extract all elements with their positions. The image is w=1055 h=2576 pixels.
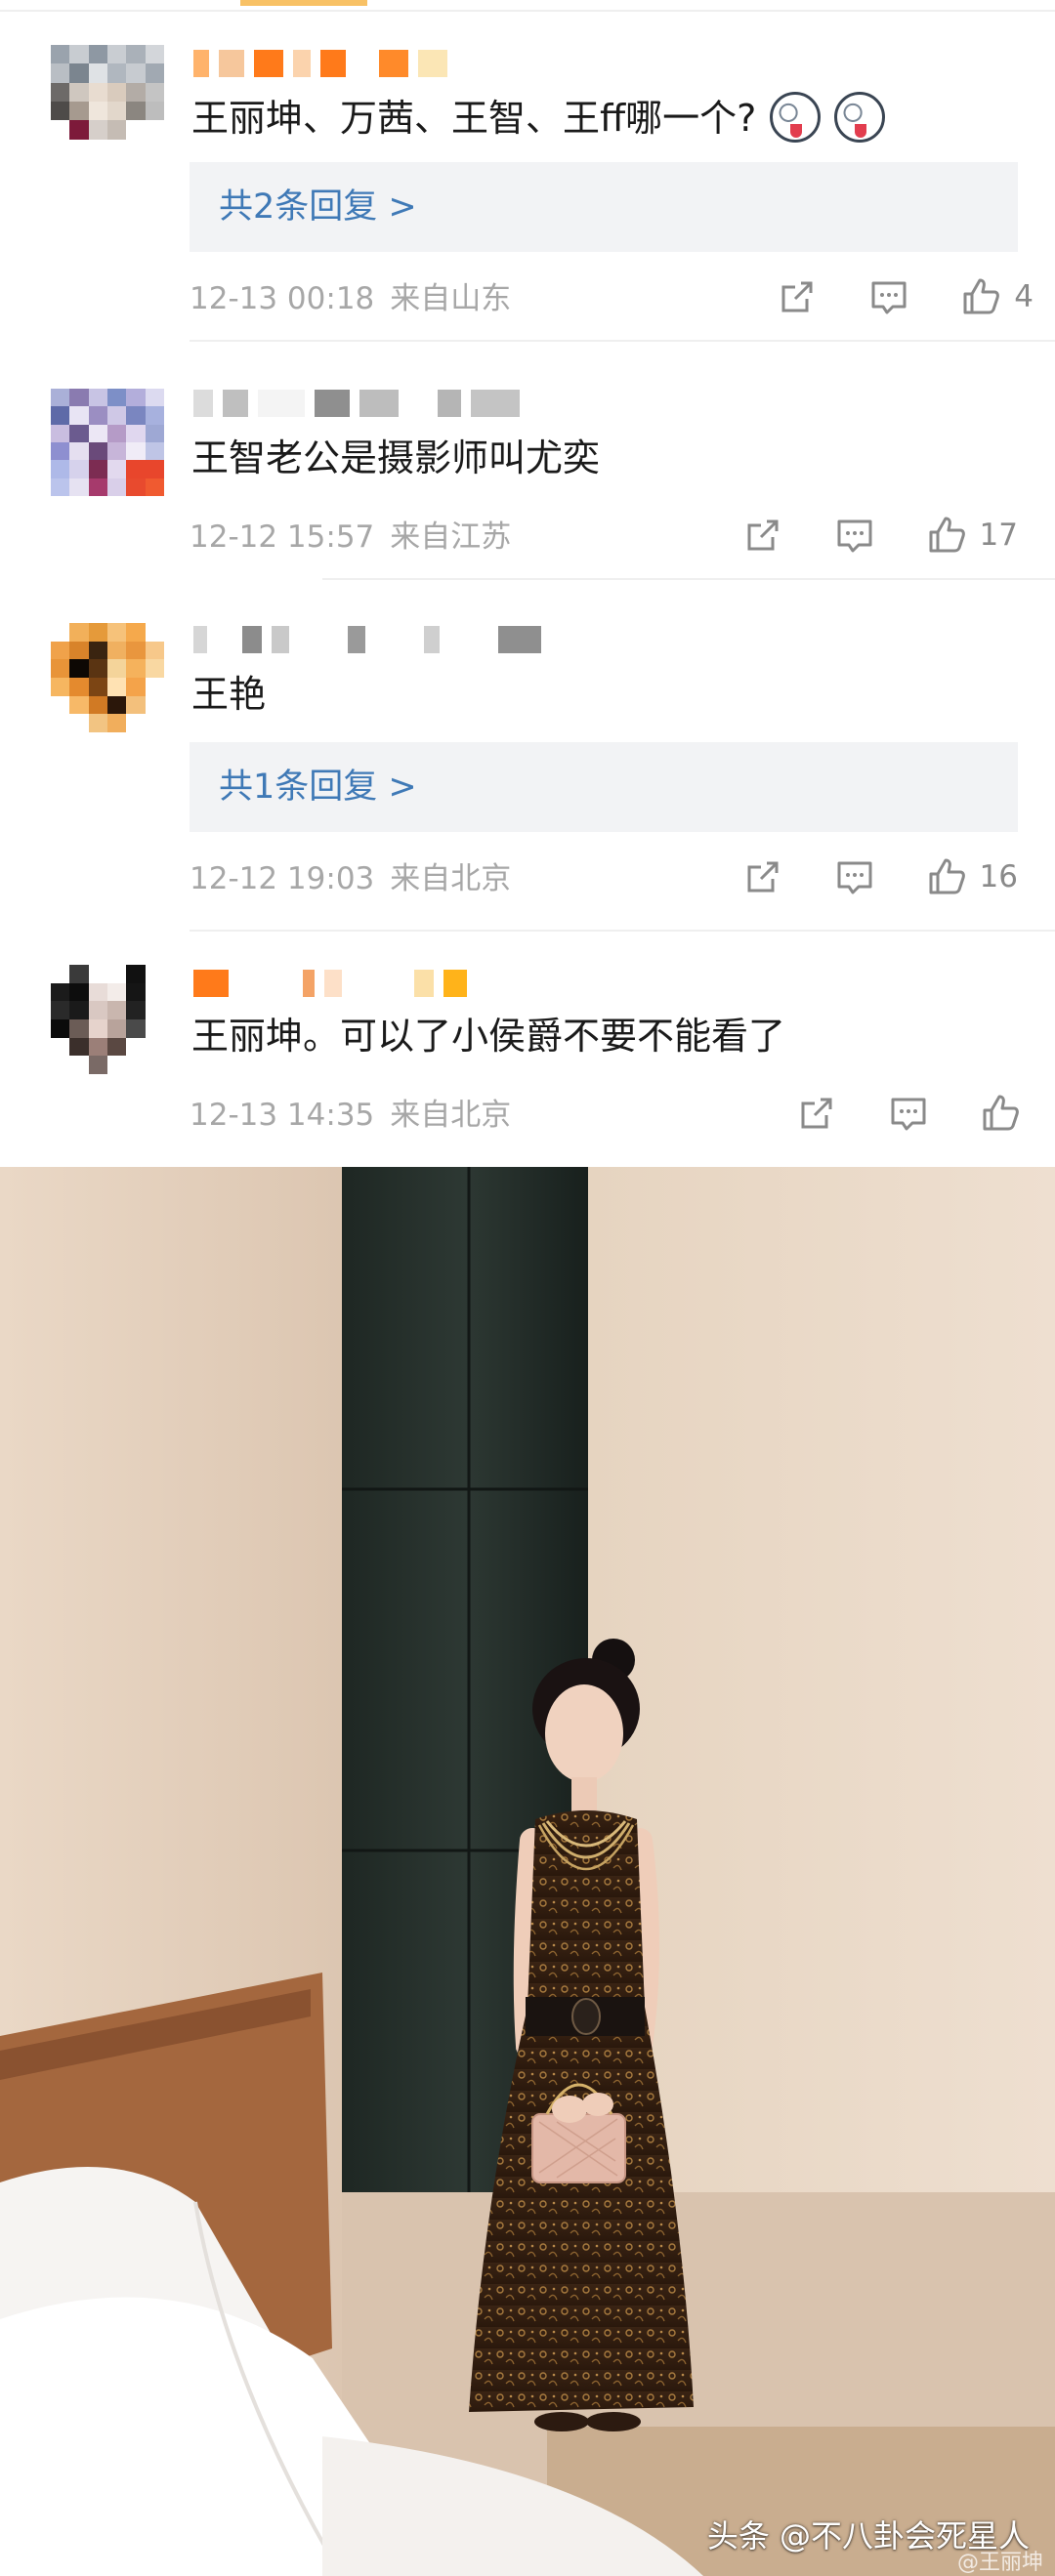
- share-icon: [747, 861, 779, 893]
- comment-text: 王丽坤。可以了小侯爵不要不能看了: [191, 1015, 786, 1058]
- dog-tongue-emoji: [770, 92, 822, 143]
- avatar[interactable]: [51, 389, 164, 496]
- comment-location: 来自北京: [390, 861, 512, 896]
- view-replies-button[interactable]: 共2条回复 >: [190, 162, 1018, 252]
- comment-item[interactable]: 王艳 共1条回复 > 12-12 19:03 来自北京 16: [0, 580, 1055, 934]
- share-button[interactable]: [741, 514, 784, 557]
- comment-icon: [837, 861, 872, 894]
- like-icon: [929, 858, 965, 894]
- share-icon: [781, 281, 813, 312]
- avatar[interactable]: [51, 45, 164, 158]
- reply-button[interactable]: [867, 275, 910, 318]
- photo-woman-in-dress: [0, 1167, 1055, 2576]
- screenshot-page: 王丽坤、万茜、王智、王ff哪一个? 共2条回复 > 12-13 00:18 来自山…: [0, 0, 1055, 2576]
- like-button[interactable]: 17: [925, 514, 1018, 557]
- like-count: 4: [1014, 279, 1034, 314]
- like-count: 16: [979, 859, 1018, 894]
- divider: [190, 930, 1055, 932]
- comment-location: 来自北京: [390, 1098, 512, 1133]
- comment-location: 来自江苏: [390, 519, 512, 555]
- comment-actions: 4: [727, 275, 1034, 318]
- comment-actions: 17: [693, 514, 1018, 557]
- comment-item[interactable]: 王丽坤、万茜、王智、王ff哪一个? 共2条回复 > 12-13 00:18 来自山…: [0, 0, 1055, 342]
- reply-button[interactable]: [887, 1092, 930, 1135]
- comment-time: 12-12 19:03: [190, 861, 375, 896]
- avatar[interactable]: [51, 965, 164, 1074]
- comment-icon: [871, 281, 907, 314]
- share-button[interactable]: [741, 855, 784, 898]
- view-replies-button[interactable]: 共1条回复 >: [190, 742, 1018, 832]
- username-obscured[interactable]: [193, 623, 541, 656]
- comment-meta: 12-12 15:57 来自江苏: [190, 518, 511, 557]
- like-button[interactable]: [979, 1092, 1034, 1135]
- comment-actions: [746, 1092, 1034, 1135]
- comment-meta: 12-12 19:03 来自北京: [190, 859, 511, 898]
- like-icon: [929, 517, 965, 553]
- reply-button[interactable]: [833, 514, 876, 557]
- watermark-subtext: @王丽坤: [956, 2551, 1043, 2575]
- article-photo[interactable]: 头条 @不八卦会死星人 @王丽坤: [0, 1167, 1055, 2576]
- comment-text: 王丽坤、万茜、王智、王ff哪一个?: [191, 97, 757, 140]
- comment-item[interactable]: 王智老公是摄影师叫尤奕 12-12 15:57 来自江苏 17: [0, 344, 1055, 580]
- comment-icon: [837, 519, 872, 553]
- comment-text: 王智老公是摄影师叫尤奕: [191, 436, 601, 479]
- share-icon: [747, 519, 779, 551]
- divider: [190, 340, 1055, 342]
- like-icon: [983, 1095, 1019, 1131]
- like-count: 17: [979, 518, 1018, 553]
- username-obscured[interactable]: [193, 967, 467, 1000]
- comment-item[interactable]: 王丽坤。可以了小侯爵不要不能看了 12-13 14:35 来自北京: [0, 935, 1055, 1167]
- comment-time: 12-13 00:18: [190, 281, 375, 316]
- comment-time: 12-12 15:57: [190, 519, 375, 555]
- comment-text: 王艳: [191, 673, 267, 716]
- share-button[interactable]: [776, 275, 819, 318]
- share-icon: [801, 1098, 832, 1129]
- username-obscured[interactable]: [193, 47, 447, 80]
- username-obscured[interactable]: [193, 387, 520, 420]
- like-icon: [963, 278, 1000, 314]
- comment-location: 来自山东: [390, 281, 512, 316]
- share-button[interactable]: [795, 1092, 838, 1135]
- dog-tongue-emoji: [834, 92, 886, 143]
- comment-meta: 12-13 14:35 来自北京: [190, 1096, 511, 1135]
- avatar[interactable]: [51, 623, 164, 732]
- reply-button[interactable]: [833, 855, 876, 898]
- comment-list: 王丽坤、万茜、王智、王ff哪一个? 共2条回复 > 12-13 00:18 来自山…: [0, 0, 1055, 1167]
- comment-meta: 12-13 00:18 来自山东: [190, 279, 511, 318]
- comment-actions: 16: [693, 855, 1018, 898]
- comment-time: 12-13 14:35: [190, 1098, 375, 1133]
- comment-icon: [891, 1098, 926, 1131]
- like-button[interactable]: 4: [959, 275, 1034, 318]
- like-button[interactable]: 16: [925, 855, 1018, 898]
